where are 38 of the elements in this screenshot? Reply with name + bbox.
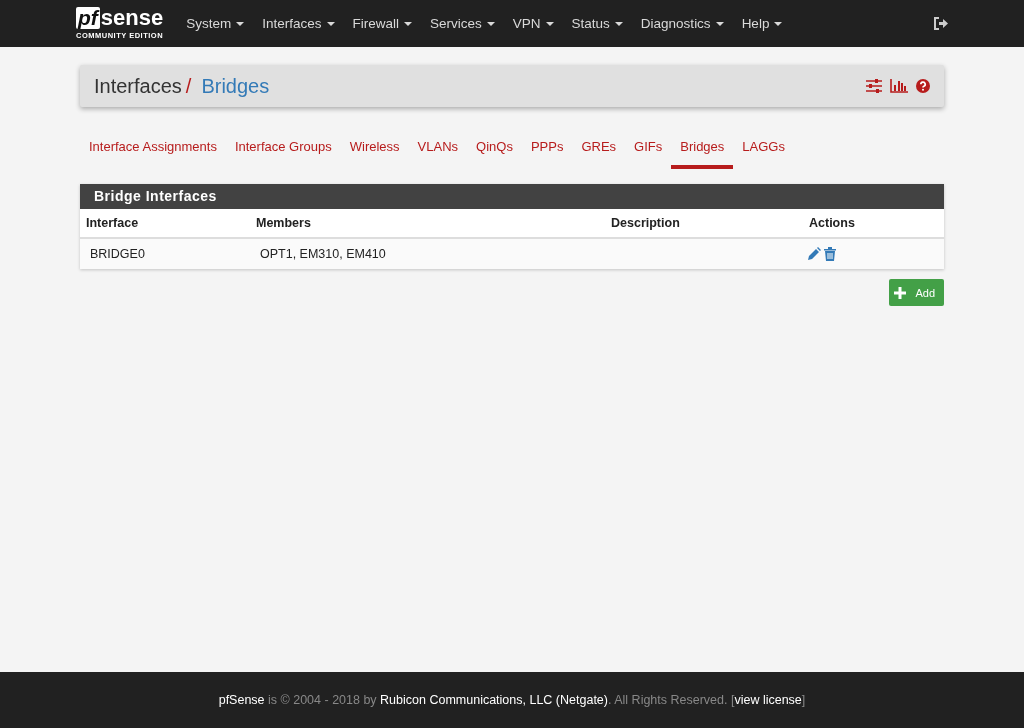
help-icon[interactable]: [916, 79, 930, 93]
pencil-icon[interactable]: [807, 247, 821, 261]
panel-title: Bridge Interfaces: [80, 184, 944, 209]
column-header: Members: [255, 216, 312, 230]
tab[interactable]: GIFs: [625, 131, 672, 169]
nav-menu[interactable]: Services: [421, 16, 504, 31]
nav-menu[interactable]: Interfaces: [253, 16, 344, 31]
tab[interactable]: QinQs: [467, 131, 522, 169]
footer-link[interactable]: Rubicon Communications, LLC (Netgate): [380, 693, 608, 707]
nav-menu[interactable]: Status: [562, 16, 632, 31]
nav-menu[interactable]: Firewall: [343, 16, 422, 31]
table-cell-text: OPT1, EM310, EM410: [259, 247, 387, 261]
sliders-icon[interactable]: [866, 79, 882, 93]
logout-icon[interactable]: [934, 17, 948, 30]
trash-icon[interactable]: [824, 247, 836, 261]
tab[interactable]: PPPs: [521, 131, 573, 169]
column-header: Description: [610, 216, 681, 230]
breadcrumb-separator: /: [185, 74, 192, 98]
tab[interactable]: Bridges: [671, 131, 734, 169]
tab[interactable]: LAGGs: [733, 131, 794, 169]
nav-menu[interactable]: System: [177, 16, 254, 31]
table-cell-text: BRIDGE0: [89, 247, 146, 261]
tab[interactable]: Interface Assignments: [80, 131, 226, 169]
column-header: Interface: [85, 216, 140, 230]
tab[interactable]: Interface Groups: [225, 131, 341, 169]
bar-chart-icon[interactable]: [890, 79, 908, 93]
footer-text: pfSense is © 2004 - 2018 by Rubicon Communications, LLC (Netgate). All Rights Reserved. [view license]: [218, 693, 806, 707]
tab[interactable]: Wireless: [340, 131, 409, 169]
nav-menu[interactable]: Help: [732, 16, 792, 31]
breadcrumb-parent: Interfaces: [94, 74, 182, 98]
column-header: Actions: [808, 216, 856, 230]
nav-menu[interactable]: Diagnostics: [631, 16, 733, 31]
plus-icon: [894, 286, 907, 299]
tab[interactable]: GREs: [572, 131, 626, 169]
footer-link[interactable]: view license: [734, 693, 802, 707]
footer-link[interactable]: pfSense: [218, 693, 265, 707]
nav-menu[interactable]: VPN: [503, 16, 563, 31]
tab[interactable]: VLANs: [408, 131, 468, 169]
